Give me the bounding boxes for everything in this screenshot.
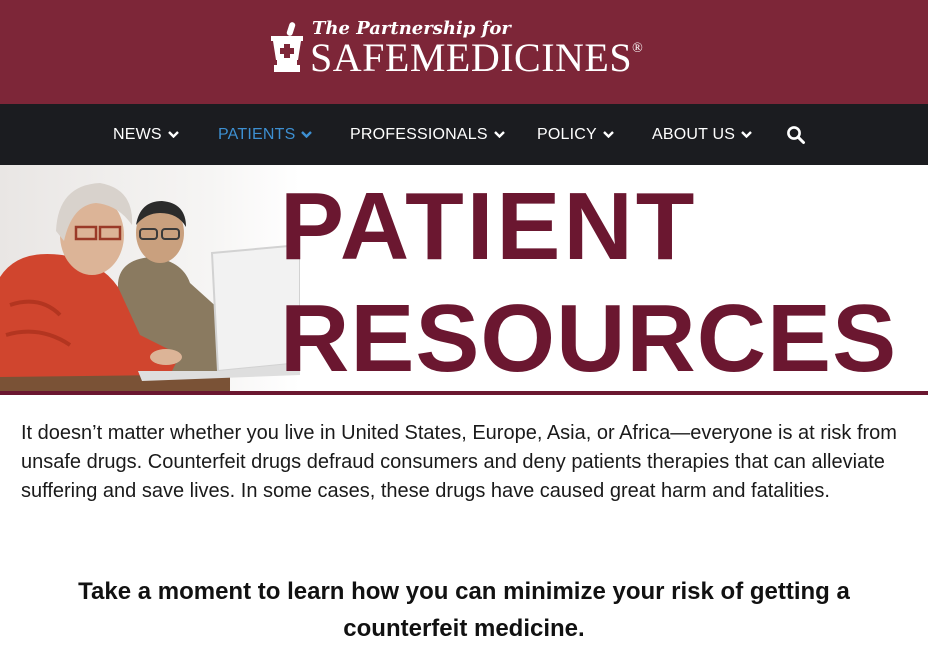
main-nav: NEWS PATIENTS PROFESSIONALS POLICY ABOUT…	[0, 104, 928, 165]
nav-item-news[interactable]: NEWS	[113, 104, 179, 165]
nav-label: PROFESSIONALS	[350, 125, 488, 143]
hero-title-line1: PATIENT	[280, 173, 698, 280]
logo-brand-name: SAFEMEDICINES®	[310, 38, 643, 78]
callout-heading: Take a moment to learn how you can minim…	[0, 573, 928, 647]
logo-brand-text: SAFEMEDICINES	[310, 35, 633, 80]
mortar-pestle-icon	[271, 22, 303, 72]
chevron-down-icon	[741, 131, 752, 138]
nav-item-policy[interactable]: POLICY	[537, 104, 614, 165]
nav-item-patients[interactable]: PATIENTS	[218, 104, 313, 165]
nav-item-professionals[interactable]: PROFESSIONALS	[350, 104, 505, 165]
callout-text: Take a moment to learn how you can minim…	[78, 578, 850, 642]
site-logo[interactable]: The Partnership for SAFEMEDICINES®	[268, 18, 660, 78]
hero-title: PATIENT RESOURCES	[280, 179, 897, 387]
intro-paragraph: It doesn’t matter whether you live in Un…	[21, 422, 897, 502]
nav-item-about-us[interactable]: ABOUT US	[652, 104, 752, 165]
site-header: The Partnership for SAFEMEDICINES®	[0, 0, 928, 104]
chevron-down-icon	[301, 131, 313, 138]
nav-label: PATIENTS	[218, 125, 296, 143]
chevron-down-icon	[603, 131, 614, 138]
seniors-at-laptop-image	[0, 165, 300, 393]
chevron-down-icon	[167, 131, 179, 138]
nav-label: POLICY	[537, 125, 597, 143]
nav-label: ABOUT US	[652, 125, 736, 143]
hero-divider	[0, 391, 928, 395]
registered-mark: ®	[632, 41, 644, 56]
hero-banner: PATIENT RESOURCES	[0, 165, 928, 397]
nav-label: NEWS	[113, 125, 162, 143]
chevron-down-icon	[493, 131, 505, 138]
search-icon[interactable]	[786, 125, 806, 145]
hero-title-line2: RESOURCES	[280, 285, 898, 392]
